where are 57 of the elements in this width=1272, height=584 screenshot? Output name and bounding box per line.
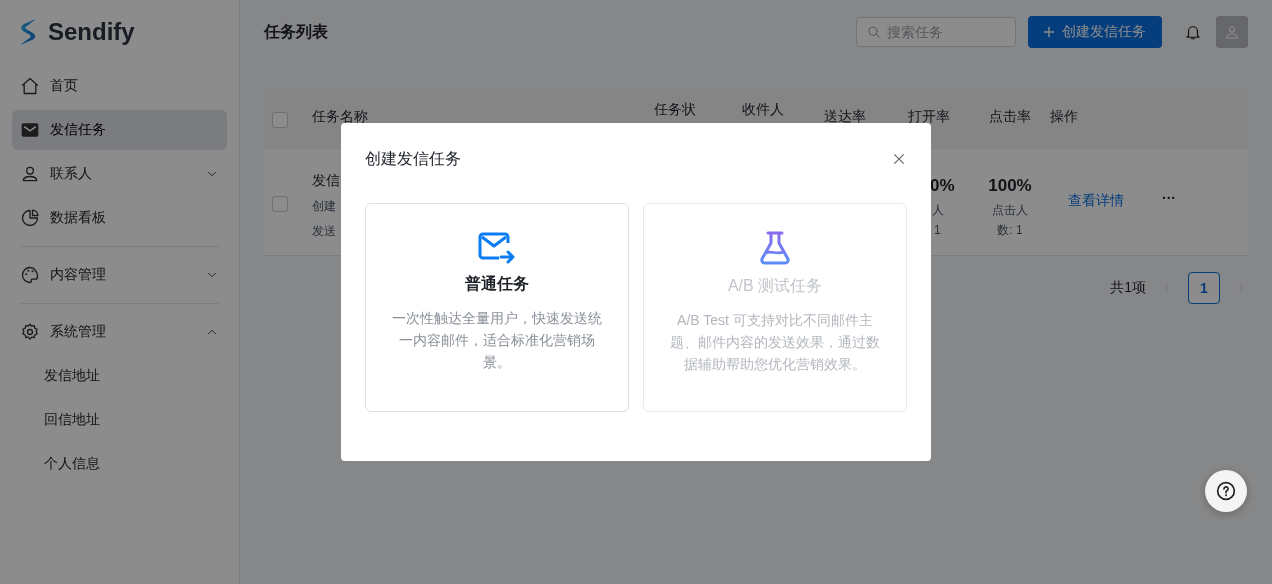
total-count: 共1项 [1110, 279, 1146, 297]
created-time: 创建 [312, 198, 337, 215]
card-title: 普通任务 [465, 274, 529, 294]
card-title: A/B 测试任务 [727, 276, 823, 296]
open-count: 1 [933, 222, 942, 239]
close-icon [891, 151, 907, 167]
bell-icon [1184, 23, 1202, 41]
column-header: 操作 [1050, 108, 1078, 124]
column-header: 任务状 [654, 101, 696, 117]
home-icon [20, 76, 40, 96]
click-rate: 100% [987, 176, 1033, 196]
click-label: 点击人 [991, 202, 1029, 219]
page-button[interactable]: 1 [1188, 272, 1220, 304]
pie-chart-icon [20, 208, 40, 228]
card-description: 一次性触达全量用户，快速发送统一内容邮件，适合标准化营销场景。 [392, 309, 602, 372]
help-button[interactable] [1205, 470, 1247, 512]
column-header: 打开率 [908, 108, 950, 124]
plus-icon [1042, 25, 1056, 39]
sidebar-item[interactable]: 数据看板 [12, 198, 227, 238]
sidebar-item[interactable]: 内容管理 [12, 255, 227, 295]
card-description: A/B Test 可支持对比不同邮件主题、邮件内容的发送效果，通过数据辅助帮助您优化营销效果。 [670, 311, 880, 374]
search-icon [867, 25, 881, 39]
sidebar-item[interactable]: 首页 [12, 66, 227, 106]
person-icon [20, 164, 40, 184]
avatar[interactable] [1216, 16, 1248, 48]
sidebar-item[interactable]: 联系人 [12, 154, 227, 194]
click-count: 数: 1 [996, 222, 1024, 239]
page-title: 任务列表 [264, 21, 329, 42]
flask-icon [758, 230, 792, 266]
help-icon [1216, 481, 1236, 501]
sidebar-subitem[interactable]: 回信地址 [12, 398, 227, 442]
task-name: 发信 [312, 172, 341, 190]
palette-icon [20, 265, 40, 285]
brand-name: Sendify [48, 18, 135, 46]
column-header: 任务名称 [312, 108, 368, 124]
sent-time: 发送 [312, 223, 337, 240]
more-actions-button[interactable]: ··· [1150, 172, 1248, 206]
column-header: 送达率 [824, 108, 866, 124]
column-header: 收件人 [742, 101, 784, 117]
person-icon [1224, 24, 1240, 40]
sidebar-subitem[interactable]: 发信地址 [12, 354, 227, 398]
task-type-card[interactable]: 普通任务 一次性触达全量用户，快速发送统一内容邮件，适合标准化营销场景。 [365, 203, 629, 412]
envelope-arrow-icon [478, 230, 516, 264]
sidebar-subitem[interactable]: 个人信息 [12, 442, 227, 486]
dialog-title: 创建发信任务 [365, 148, 461, 169]
view-details-link[interactable]: 查看详情 [1050, 172, 1150, 210]
sidebar-item[interactable]: 发信任务 [12, 110, 227, 150]
select-all-checkbox[interactable] [272, 112, 288, 128]
sidebar-item[interactable]: 系统管理 [12, 312, 227, 352]
row-checkbox[interactable] [272, 196, 288, 212]
column-header: 点击率 [989, 108, 1031, 124]
logo-icon [18, 18, 38, 46]
gear-icon [20, 322, 40, 342]
envelope-icon [20, 120, 40, 140]
open-rate: 0% [930, 176, 956, 196]
create-task-button[interactable]: 创建发信任务 [1028, 16, 1162, 48]
open-label: 人 [931, 202, 945, 219]
